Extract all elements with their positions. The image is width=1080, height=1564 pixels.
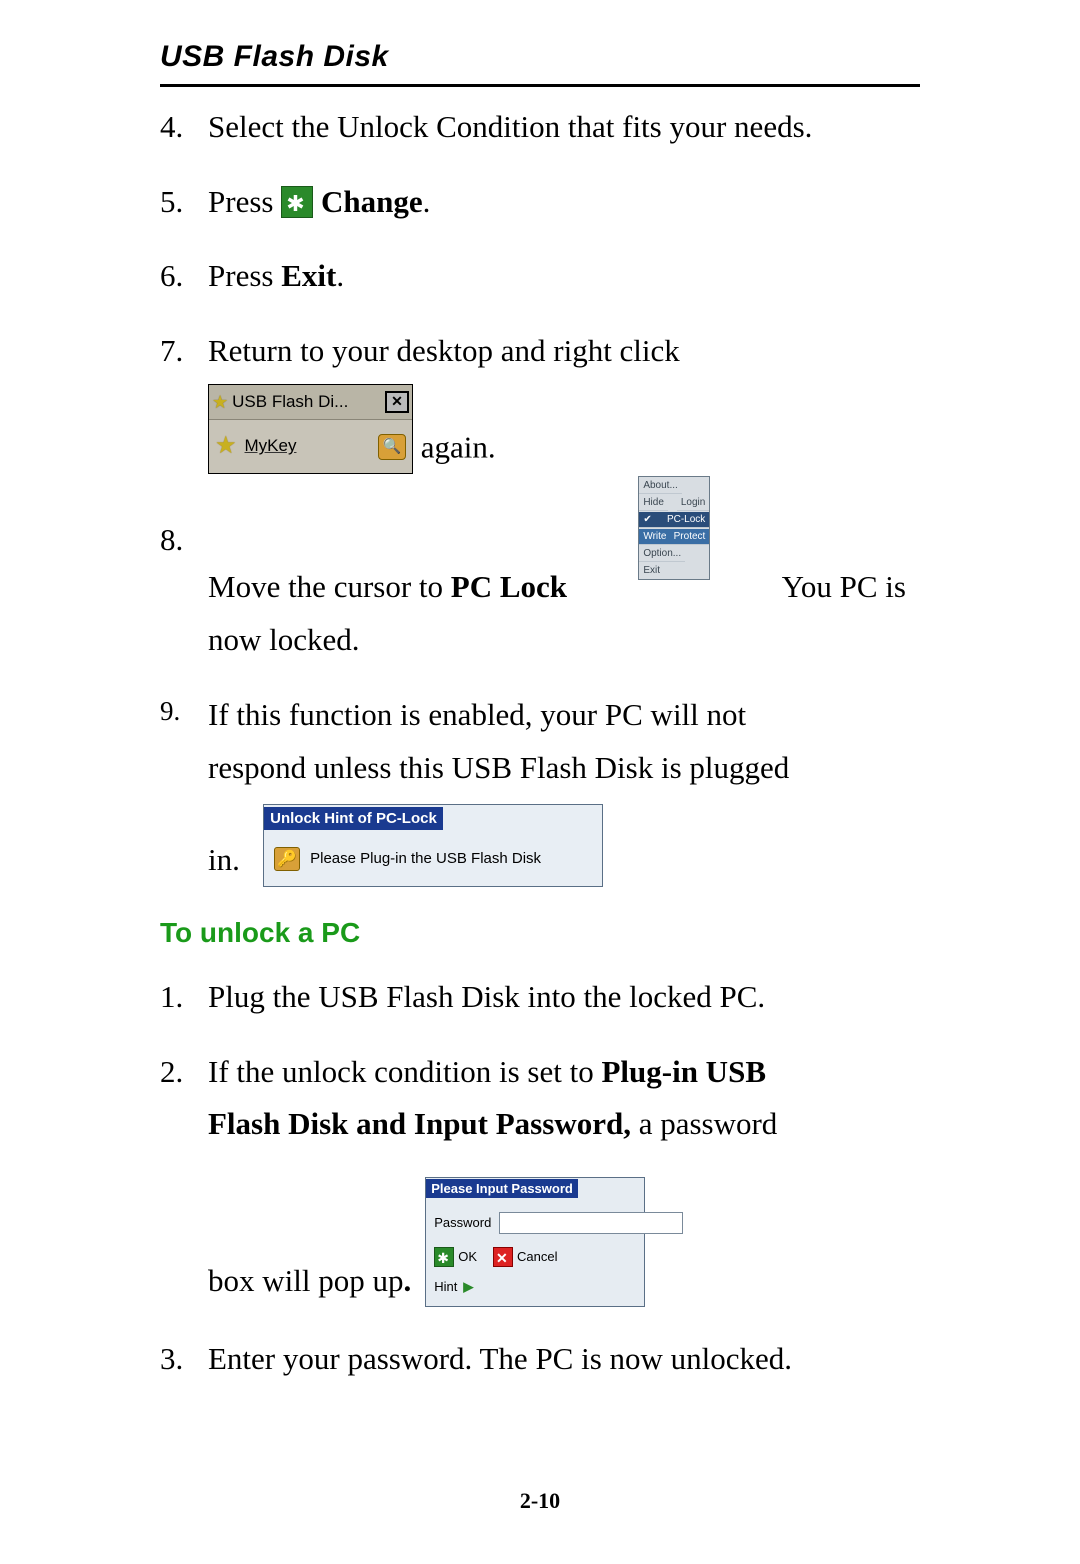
text: Move the cursor to bbox=[208, 569, 451, 604]
mykey-label: MyKey bbox=[245, 432, 370, 461]
step-7: 7. Return to your desktop and right clic… bbox=[160, 325, 920, 474]
menu-item-highlight: Write Protect bbox=[639, 529, 709, 545]
text-line: If this function is enabled, your PC wil… bbox=[208, 689, 906, 742]
cancel-button[interactable]: Cancel bbox=[493, 1246, 557, 1268]
step-text: Press Change. bbox=[208, 184, 430, 219]
text-line: now locked. bbox=[208, 614, 906, 667]
text: a password bbox=[631, 1106, 777, 1141]
password-input[interactable] bbox=[499, 1212, 683, 1234]
text: . bbox=[423, 184, 431, 219]
step-number: 3. bbox=[160, 1333, 208, 1386]
menu-item: About... bbox=[639, 478, 681, 494]
step-5: 5.Press Change. bbox=[160, 176, 920, 229]
change-icon bbox=[281, 186, 313, 218]
mykey-body: ★ MyKey bbox=[209, 420, 412, 473]
menu-item-selected: ✔ PC-Lock bbox=[639, 512, 709, 528]
bold-text: PC Lock bbox=[451, 569, 567, 604]
hint-label: Hint bbox=[434, 1276, 457, 1298]
hint-dialog-image: Unlock Hint of PC-Lock 🔑 Please Plug-in … bbox=[263, 804, 603, 887]
step-number: 4. bbox=[160, 101, 208, 154]
text: If the unlock condition is set to bbox=[208, 1054, 601, 1089]
password-title: Please Input Password bbox=[426, 1179, 578, 1198]
step-text: Select the Unlock Condition that fits yo… bbox=[208, 109, 812, 144]
step-number: 8. bbox=[160, 514, 208, 567]
ok-button[interactable]: OK bbox=[434, 1246, 477, 1268]
menu-item: Login bbox=[677, 495, 709, 511]
hint-title: Unlock Hint of PC-Lock bbox=[264, 807, 443, 830]
step-4: 4.Select the Unlock Condition that fits … bbox=[160, 101, 920, 154]
bold-text: Change bbox=[313, 184, 422, 219]
step-6: 6.Press Exit. bbox=[160, 250, 920, 303]
text: You PC is bbox=[782, 561, 906, 614]
step-text: Enter your password. The PC is now unloc… bbox=[208, 1333, 906, 1386]
step-9: 9. If this function is enabled, your PC … bbox=[160, 689, 920, 887]
step-number: 6. bbox=[160, 250, 208, 303]
mykey-window-image: ★ USB Flash Di... ✕ ★ MyKey bbox=[208, 384, 413, 474]
mykey-titlebar: ★ USB Flash Di... ✕ bbox=[209, 385, 412, 421]
page-title: USB Flash Disk bbox=[160, 40, 920, 87]
button-label: Cancel bbox=[517, 1246, 557, 1268]
magnifier-icon bbox=[378, 434, 406, 460]
step-text: Press Exit. bbox=[208, 258, 344, 293]
step-8: 8. Move the cursor to PC Lock About... H… bbox=[160, 514, 920, 667]
bold-text: Flash Disk and Input Password, bbox=[208, 1106, 631, 1141]
context-menu-image: About... Hide Login ✔ PC-Lock Write Prot… bbox=[638, 476, 710, 580]
star-icon: ★ bbox=[212, 387, 228, 418]
step-b2: 2. If the unlock condition is set to Plu… bbox=[160, 1046, 920, 1308]
menu-item: Exit bbox=[639, 563, 664, 578]
step-b1: 1.Plug the USB Flash Disk into the locke… bbox=[160, 971, 920, 1024]
page-number: 2-10 bbox=[0, 1488, 1080, 1514]
section-heading: To unlock a PC bbox=[160, 917, 920, 949]
key-icon: 🔑 bbox=[274, 847, 300, 871]
instruction-list-b: 1.Plug the USB Flash Disk into the locke… bbox=[160, 971, 920, 1386]
mykey-title: USB Flash Di... bbox=[232, 388, 385, 417]
bold-text: Plug-in USB bbox=[601, 1054, 766, 1089]
arrow-icon: ▶ bbox=[463, 1276, 473, 1298]
text: Press bbox=[208, 184, 281, 219]
bold-text: Exit bbox=[281, 258, 336, 293]
password-label: Password bbox=[434, 1212, 491, 1234]
step-text: If this function is enabled, your PC wil… bbox=[208, 689, 906, 887]
text: Press bbox=[208, 258, 281, 293]
text: in. bbox=[208, 842, 240, 877]
bold-text: . bbox=[403, 1263, 411, 1298]
document-page: USB Flash Disk 4.Select the Unlock Condi… bbox=[0, 0, 1080, 1564]
step-b3: 3.Enter your password. The PC is now unl… bbox=[160, 1333, 920, 1386]
step-number: 5. bbox=[160, 176, 208, 229]
step-text: Plug the USB Flash Disk into the locked … bbox=[208, 971, 906, 1024]
text-line: Return to your desktop and right click bbox=[208, 325, 906, 378]
close-icon: ✕ bbox=[385, 391, 409, 413]
instruction-list-a: 4.Select the Unlock Condition that fits … bbox=[160, 101, 920, 887]
step-text: Return to your desktop and right click ★… bbox=[208, 325, 906, 474]
text: . bbox=[336, 258, 344, 293]
button-label: OK bbox=[458, 1246, 477, 1268]
step-number: 7. bbox=[160, 325, 208, 378]
cancel-icon bbox=[493, 1247, 513, 1267]
step-number: 1. bbox=[160, 971, 208, 1024]
step-text: Move the cursor to PC Lock About... Hide… bbox=[208, 514, 906, 667]
step-number: 9. bbox=[160, 689, 208, 735]
hint-row[interactable]: Hint ▶ bbox=[426, 1272, 644, 1306]
text-line: respond unless this USB Flash Disk is pl… bbox=[208, 742, 906, 795]
menu-item: Hide bbox=[639, 495, 668, 511]
text: box will pop up bbox=[208, 1263, 403, 1298]
text: again. bbox=[421, 429, 496, 464]
ok-icon bbox=[434, 1247, 454, 1267]
password-dialog-image: Please Input Password Password OK Cancel… bbox=[425, 1177, 645, 1307]
step-number: 2. bbox=[160, 1046, 208, 1099]
step-text: If the unlock condition is set to Plug-i… bbox=[208, 1046, 906, 1308]
star-icon: ★ bbox=[215, 426, 237, 467]
hint-message: Please Plug-in the USB Flash Disk bbox=[310, 846, 541, 872]
menu-item: Option... bbox=[639, 546, 685, 562]
